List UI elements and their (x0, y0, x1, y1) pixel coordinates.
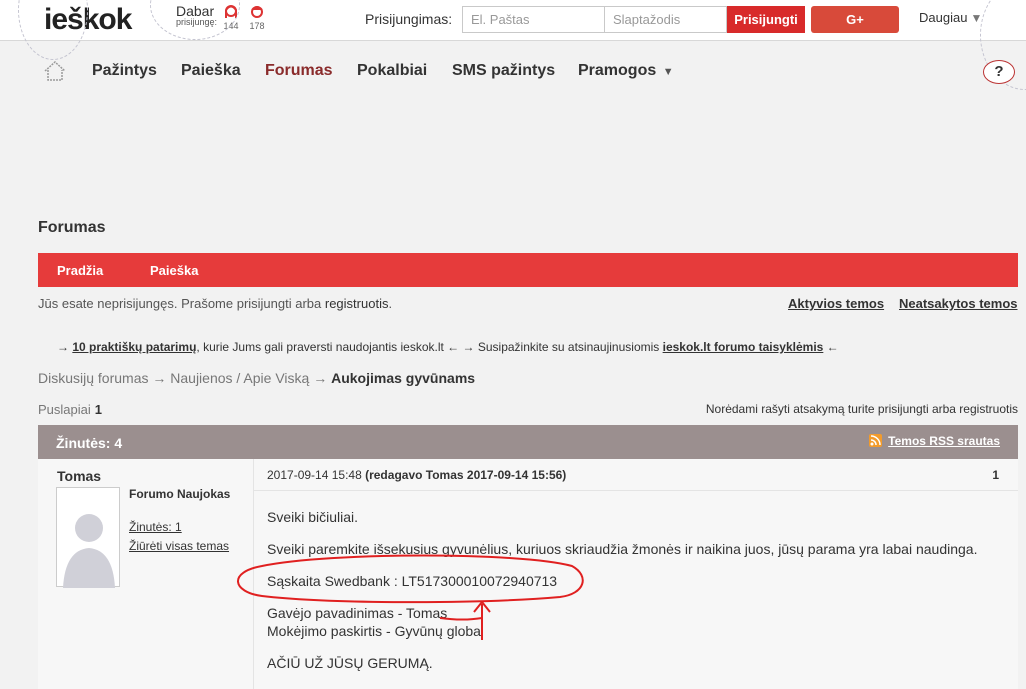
decor-arc (18, 0, 88, 60)
post-line: Mokėjimo paskirtis - Gyvūnų globa (267, 623, 481, 639)
nav-forumas[interactable]: Forumas (265, 62, 333, 80)
author-rank: Forumo Naujokas (129, 487, 231, 501)
nav-pokalbiai[interactable]: Pokalbiai (357, 62, 427, 80)
breadcrumb-root[interactable]: Diskusijų forumas (38, 370, 148, 386)
login-button[interactable]: Prisijungti (727, 6, 805, 33)
help-icon[interactable]: ? (983, 60, 1015, 84)
breadcrumb-sep: → (309, 370, 332, 386)
rules-link[interactable]: ieskok.lt forumo taisyklėmis (663, 340, 824, 354)
forum-menu-bar: Pradžia Paieška (38, 253, 1018, 287)
page-number[interactable]: 1 (95, 402, 102, 417)
post-line: Gavėjo pavadinimas - Tomas (267, 605, 448, 621)
post-line: AČIŪ UŽ JŪSŲ GERUMĄ. (267, 655, 433, 671)
divider (254, 490, 1018, 491)
tips-text: → (57, 340, 73, 354)
breadcrumb: Diskusijų forumas → Naujienos / Apie Vis… (38, 370, 475, 386)
more-menu[interactable]: Daugiau ▼ (919, 10, 982, 25)
topic-header-bar: Žinutės: 4 Temos RSS srautas (38, 425, 1018, 459)
tips-banner: → 10 praktiškų patarimų, kurie Jums gali… (57, 340, 839, 354)
rss-link[interactable]: Temos RSS srautas (869, 434, 1000, 448)
breadcrumb-sub[interactable]: Naujienos / Apie Viską (170, 370, 309, 386)
post-meta: 2017-09-14 15:48 (redagavo Tomas 2017-09… (267, 468, 566, 482)
login-label: Prisijungimas: (365, 11, 453, 27)
post-line: Sveiki paremkite išsekusius gyvunėlius, … (267, 541, 978, 557)
male-online[interactable]: 178 (247, 4, 267, 31)
view-all-topics-link[interactable]: Žiūrėti visas temas (129, 539, 229, 553)
post-edited: (redagavo Tomas 2017-09-14 15:56) (365, 468, 567, 482)
active-topics-link[interactable]: Aktyvios temos (788, 296, 884, 311)
google-plus-button[interactable]: G+ (811, 6, 899, 33)
author-name[interactable]: Tomas (57, 468, 101, 484)
password-field[interactable]: Slaptažodis (604, 6, 727, 33)
post-date: 2017-09-14 15:48 (267, 468, 362, 482)
tips-text: , kurie Jums gali praversti naudojantis … (196, 340, 663, 354)
chevron-down-icon: ▼ (662, 66, 674, 78)
post-line: Sveiki bičiuliai. (267, 509, 359, 525)
rss-icon (869, 434, 883, 447)
login-notice: Jūs esate neprisijungęs. Prašome prisiju… (38, 296, 392, 311)
post-author-panel: Tomas Forumo Naujokas Žinutės: 1 Žiūrėti… (38, 459, 254, 689)
male-count: 178 (249, 21, 265, 31)
menu-pradzia[interactable]: Pradžia (57, 263, 103, 278)
unanswered-topics-link[interactable]: Neatsakytos temos (899, 296, 1018, 311)
notice-text: Jūs esate neprisijungęs. Prašome prisiju… (38, 296, 325, 311)
messages-count: Žinutės: 4 (56, 435, 123, 451)
nav-pramogos[interactable]: Pramogos ▼ (578, 62, 674, 80)
pagination: Puslapiai 1 (38, 402, 102, 417)
post-number[interactable]: 1 (992, 468, 999, 482)
nav-sms-pazintys[interactable]: SMS pažintys (452, 62, 555, 80)
page-title: Forumas (38, 219, 106, 236)
author-posts-link[interactable]: Žinutės: 1 (129, 520, 182, 534)
forum-post: Tomas Forumo Naujokas Žinutės: 1 Žiūrėti… (38, 459, 1018, 689)
menu-paieska[interactable]: Paieška (150, 263, 198, 278)
post-line: Sąskaita Swedbank : LT517300010072940713 (267, 573, 558, 589)
nav-paieska[interactable]: Paieška (181, 62, 241, 80)
rss-label: Temos RSS srautas (888, 434, 1000, 448)
home-icon[interactable] (43, 60, 67, 87)
avatar (56, 487, 120, 588)
breadcrumb-current: Aukojimas gyvūnams (331, 370, 476, 386)
more-label: Daugiau (919, 10, 968, 25)
tips-text: ← (823, 340, 839, 354)
notice-end: . (388, 296, 393, 311)
male-icon (251, 6, 263, 18)
breadcrumb-sep: → (148, 370, 171, 386)
nav-pramogos-label: Pramogos (578, 62, 657, 79)
reply-notice: Norėdami rašyti atsakymą turite prisijun… (705, 402, 1018, 416)
register-link[interactable]: registruotis (325, 296, 389, 311)
email-field[interactable]: El. Paštas (462, 6, 605, 33)
nav-pazintys[interactable]: Pažintys (92, 62, 157, 80)
pages-label: Puslapiai (38, 402, 91, 417)
tips-link[interactable]: 10 praktiškų patarimų (72, 340, 196, 354)
